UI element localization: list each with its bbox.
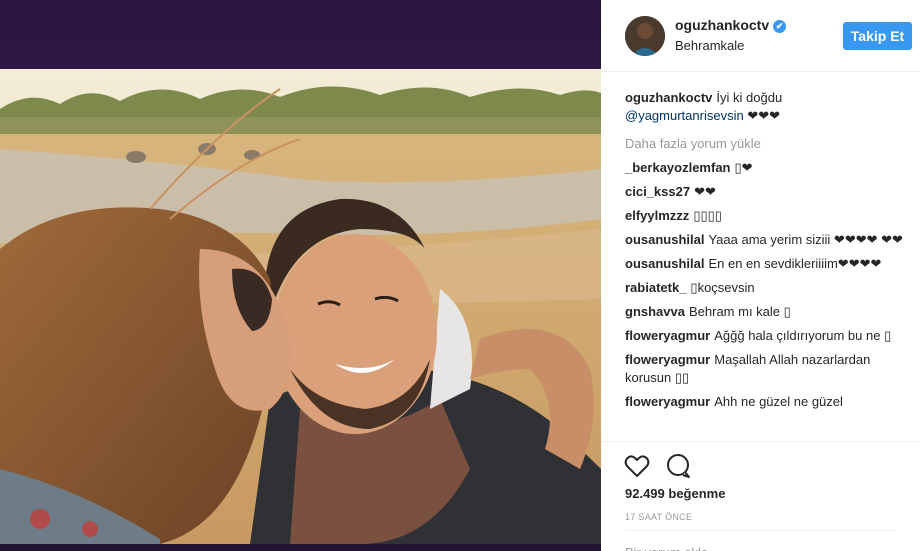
- caption-text: İyi ki doğdu: [716, 90, 783, 105]
- comment-text: Ağğğ hala çıldırıyorum bu ne ▯: [714, 328, 892, 343]
- avatar[interactable]: [625, 16, 665, 56]
- comment-username[interactable]: floweryagmur: [625, 352, 710, 367]
- follow-button[interactable]: Takip Et: [843, 22, 912, 50]
- comment-item: cici_kss27 ❤❤: [625, 183, 907, 201]
- likes-count[interactable]: 92.499 beğenme: [625, 486, 725, 501]
- comment-username[interactable]: floweryagmur: [625, 394, 710, 409]
- comment-text: Ahh ne güzel ne güzel: [714, 394, 843, 409]
- media-backdrop: [0, 0, 601, 551]
- comment-item: floweryagmur Maşallah Allah nazarlardan k…: [625, 351, 907, 387]
- load-more-comments-link[interactable]: Daha fazla yorum yükle: [625, 135, 907, 153]
- selfie-photo: [0, 69, 601, 544]
- header-username[interactable]: oguzhankoctv ✔: [675, 17, 787, 33]
- comment-text: En en en sevdikleriiiim❤❤❤❤: [708, 256, 882, 271]
- comment-item: floweryagmur Ağğğ hala çıldırıyorum bu ne…: [625, 327, 907, 345]
- comment-text: Yaaa ama yerim siziii ❤❤❤❤ ❤❤: [708, 232, 903, 247]
- comment-item: gnshavva Behram mı kale ▯: [625, 303, 907, 321]
- comment-username[interactable]: floweryagmur: [625, 328, 710, 343]
- actions-section: 92.499 beğenme 17 SAAT ÖNCE Bir yorum ek…: [601, 441, 920, 551]
- comment-username[interactable]: cici_kss27: [625, 184, 690, 199]
- comment-text: ❤❤: [694, 184, 716, 199]
- post-timestamp[interactable]: 17 SAAT ÖNCE: [625, 512, 692, 522]
- location-link[interactable]: Behramkale: [675, 38, 744, 53]
- caption-suffix: ❤❤❤: [747, 108, 780, 123]
- comment-text: ▯❤: [734, 160, 753, 175]
- post-panel: oguzhankoctv ✔ Behramkale Takip Et oguzha…: [601, 0, 920, 551]
- comment-item: floweryagmur Ahh ne güzel ne güzel: [625, 393, 907, 411]
- comment-item: rabiatetk_ ▯koçsevsin: [625, 279, 907, 297]
- post-header: oguzhankoctv ✔ Behramkale Takip Et: [601, 0, 920, 72]
- comment-text: ▯▯▯▯: [693, 208, 722, 223]
- comment-item: elfyylmzzz ▯▯▯▯: [625, 207, 907, 225]
- comments-list[interactable]: oguzhankoctv İyi ki doğdu @yagmurtanrisev…: [625, 89, 907, 441]
- heart-icon[interactable]: [623, 452, 651, 480]
- add-comment-input[interactable]: Bir yorum ekle...: [625, 530, 896, 551]
- comment-text: Behram mı kale ▯: [688, 304, 791, 319]
- comment-username[interactable]: elfyylmzzz: [625, 208, 689, 223]
- verified-icon: ✔: [773, 20, 787, 33]
- comment-item: ousanushilal En en en sevdikleriiiim❤❤❤❤: [625, 255, 907, 273]
- comment-username[interactable]: rabiatetk_: [625, 280, 686, 295]
- comment-bubble-icon[interactable]: [664, 452, 692, 480]
- caption-mention[interactable]: @yagmurtanrisevsin: [625, 108, 744, 123]
- username-text[interactable]: oguzhankoctv: [675, 17, 769, 33]
- comment-username[interactable]: _berkayozlemfan: [625, 160, 731, 175]
- comment-item: ousanushilal Yaaa ama yerim siziii ❤❤❤❤ ❤…: [625, 231, 907, 249]
- post-caption: oguzhankoctv İyi ki doğdu @yagmurtanrisev…: [625, 89, 907, 125]
- post-photo[interactable]: [0, 69, 601, 544]
- comment-username[interactable]: gnshavva: [625, 304, 685, 319]
- comment-text: ▯koçsevsin: [690, 280, 755, 295]
- comment-username[interactable]: ousanushilal: [625, 232, 704, 247]
- comment-username[interactable]: ousanushilal: [625, 256, 704, 271]
- comment-item: _berkayozlemfan ▯❤: [625, 159, 907, 177]
- avatar-image: [625, 16, 665, 56]
- caption-username[interactable]: oguzhankoctv: [625, 90, 712, 105]
